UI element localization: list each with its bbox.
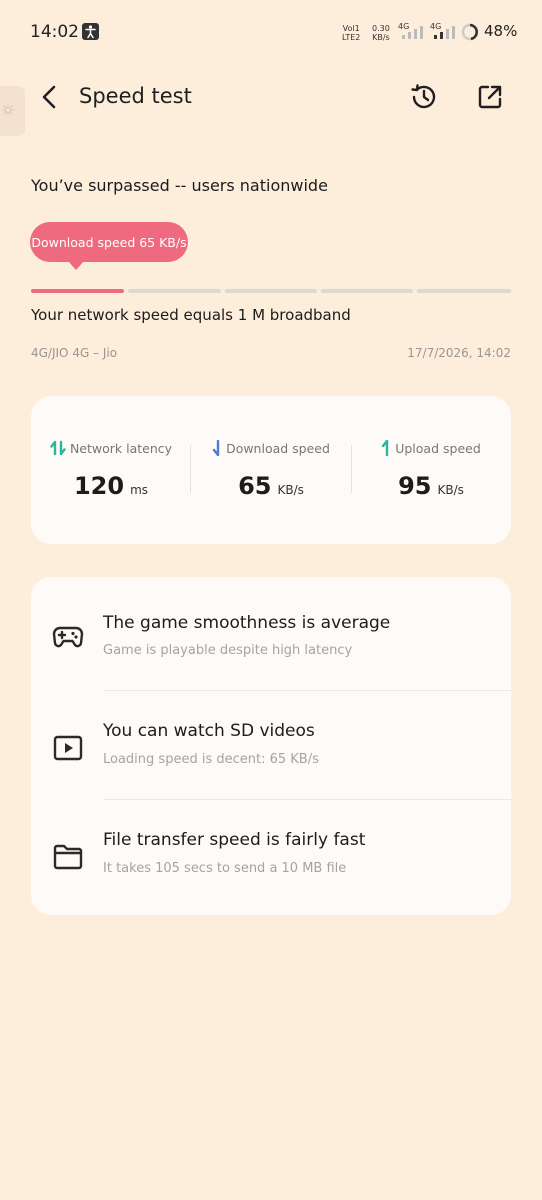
stat-value: 65 bbox=[238, 472, 272, 500]
result-subtitle: Loading speed is decent: 65 KB/s bbox=[103, 752, 319, 767]
download-speed-bubble: Download speed 65 KB/s bbox=[30, 222, 188, 262]
stat-value: 120 bbox=[73, 472, 125, 500]
status-bar: 14:02 Vol1 LTE2 0.30 KB/s 4G 4G 48% bbox=[0, 0, 542, 64]
broadband-equivalent-text: Your network speed equals 1 M broadband bbox=[31, 306, 351, 324]
list-item-file-transfer: File transfer speed is fairly fast It ta… bbox=[31, 800, 511, 909]
download-arrow-icon bbox=[212, 440, 220, 456]
stat-label: Upload speed bbox=[395, 440, 481, 456]
result-title: The game smoothness is average bbox=[103, 613, 391, 633]
result-subtitle: Game is playable despite high latency bbox=[103, 643, 353, 658]
gamepad-icon bbox=[52, 626, 84, 648]
battery-percent: 48% bbox=[484, 22, 518, 40]
result-subtitle: It takes 105 secs to send a 10 MB file bbox=[103, 861, 347, 876]
latency-arrows-icon bbox=[50, 440, 66, 456]
list-item-gaming: The game smoothness is average Game is p… bbox=[31, 577, 511, 686]
stat-unit: KB/s bbox=[437, 483, 464, 497]
volte-indicator: Vol1 LTE2 bbox=[342, 24, 361, 42]
network-speed-indicator: 0.30 KB/s bbox=[372, 24, 390, 42]
surpassed-text: You’ve surpassed -- users nationwide bbox=[31, 176, 328, 195]
test-timestamp: 17/7/2026, 14:02 bbox=[407, 346, 511, 360]
stat-unit: KB/s bbox=[277, 483, 304, 497]
sim2-signal-icon bbox=[434, 26, 455, 39]
history-clock-icon[interactable] bbox=[408, 81, 440, 113]
progress-segment-3 bbox=[225, 289, 317, 293]
accessibility-icon bbox=[82, 23, 99, 40]
stat-upload-speed: Upload speed 95 KB/s bbox=[351, 396, 511, 544]
battery-ring-icon bbox=[461, 23, 479, 41]
network-info: 4G/JIO 4G – Jio bbox=[31, 346, 118, 360]
progress-segment-4 bbox=[321, 289, 413, 293]
sun-icon bbox=[2, 103, 14, 117]
stat-download-speed: Download speed 65 KB/s bbox=[191, 396, 351, 544]
stat-value: 95 bbox=[398, 472, 432, 500]
progress-segment-1 bbox=[31, 289, 124, 293]
stat-label: Download speed bbox=[226, 440, 330, 456]
page-title: Speed test bbox=[79, 84, 192, 108]
result-title: You can watch SD videos bbox=[103, 721, 315, 741]
bubble-pointer bbox=[68, 261, 84, 270]
video-play-icon bbox=[53, 735, 83, 761]
list-item-video: You can watch SD videos Loading speed is… bbox=[31, 691, 511, 800]
results-list-card: The game smoothness is average Game is p… bbox=[31, 577, 511, 915]
upload-arrow-icon bbox=[382, 440, 389, 456]
floating-side-tab[interactable] bbox=[0, 86, 25, 136]
stat-network-latency: Network latency 120 ms bbox=[31, 396, 191, 544]
result-title: File transfer speed is fairly fast bbox=[103, 830, 366, 850]
progress-segment-5 bbox=[417, 289, 511, 293]
folder-icon bbox=[53, 844, 83, 870]
open-external-icon[interactable] bbox=[474, 81, 506, 113]
back-arrow-icon[interactable] bbox=[36, 82, 64, 112]
status-time: 14:02 bbox=[30, 22, 79, 42]
stat-unit: ms bbox=[130, 483, 149, 497]
sim1-signal-icon bbox=[402, 26, 423, 39]
progress-segment-2 bbox=[128, 289, 221, 293]
speed-stats-card: Network latency 120 ms Download speed 65 K… bbox=[31, 396, 511, 544]
stat-label: Network latency bbox=[69, 440, 173, 456]
